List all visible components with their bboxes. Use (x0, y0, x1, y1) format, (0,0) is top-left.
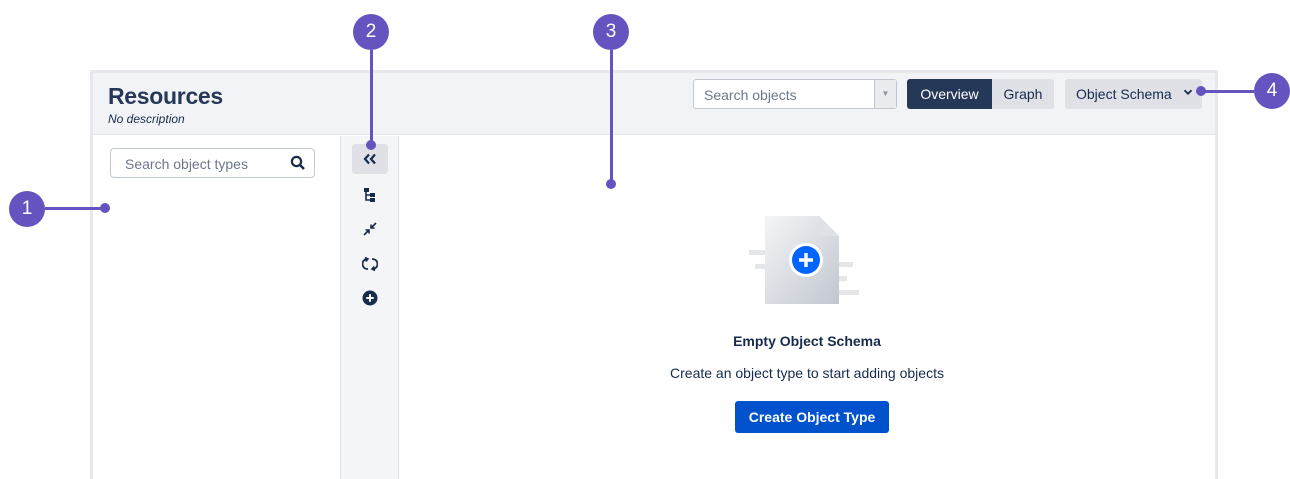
chevron-down-icon (1183, 79, 1193, 109)
callout-dot-4 (1196, 86, 1206, 96)
schema-main-area: Empty Object Schema Create an object typ… (399, 136, 1215, 479)
refresh-icon[interactable] (352, 249, 388, 279)
callout-dot-3 (606, 179, 616, 189)
dropdown-arrow-icon[interactable]: ▼ (874, 80, 896, 108)
callout-2: 2 (353, 14, 389, 50)
search-objects-input[interactable]: Search objects ▼ (693, 79, 897, 109)
empty-schema-title: Empty Object Schema (733, 333, 881, 349)
page-title: Resources (108, 83, 223, 109)
search-objects-placeholder: Search objects (704, 87, 797, 103)
search-icon[interactable] (290, 155, 306, 176)
object-type-tree-panel: Search object types (93, 136, 340, 479)
object-schema-button[interactable]: Object Schema (1065, 79, 1202, 109)
callout-3: 3 (593, 14, 629, 50)
compress-icon[interactable] (352, 214, 388, 244)
add-icon[interactable] (352, 283, 388, 313)
search-object-types-input[interactable]: Search object types (110, 148, 315, 178)
callout-dot-1 (100, 203, 110, 213)
callout-line-4 (1200, 90, 1254, 93)
callout-1: 1 (9, 191, 45, 227)
object-schema-label: Object Schema (1076, 86, 1172, 102)
callout-dot-2 (366, 140, 376, 150)
create-object-type-button[interactable]: Create Object Type (735, 401, 889, 433)
empty-schema-illustration (749, 214, 859, 315)
overview-button[interactable]: Overview (907, 79, 992, 109)
callout-line-1 (45, 207, 105, 210)
callout-4: 4 (1254, 73, 1290, 109)
schema-header: Resources No description Search objects … (93, 73, 1215, 135)
empty-schema-subtitle: Create an object type to start adding ob… (670, 365, 944, 381)
page-description: No description (108, 112, 185, 126)
tree-toolbar (340, 136, 399, 479)
callout-line-3 (610, 50, 613, 183)
callout-line-2 (370, 50, 373, 144)
app-frame: Resources No description Search objects … (90, 70, 1218, 479)
graph-button[interactable]: Graph (992, 79, 1054, 109)
search-object-types-placeholder: Search object types (125, 156, 248, 172)
tree-icon[interactable] (352, 180, 388, 210)
